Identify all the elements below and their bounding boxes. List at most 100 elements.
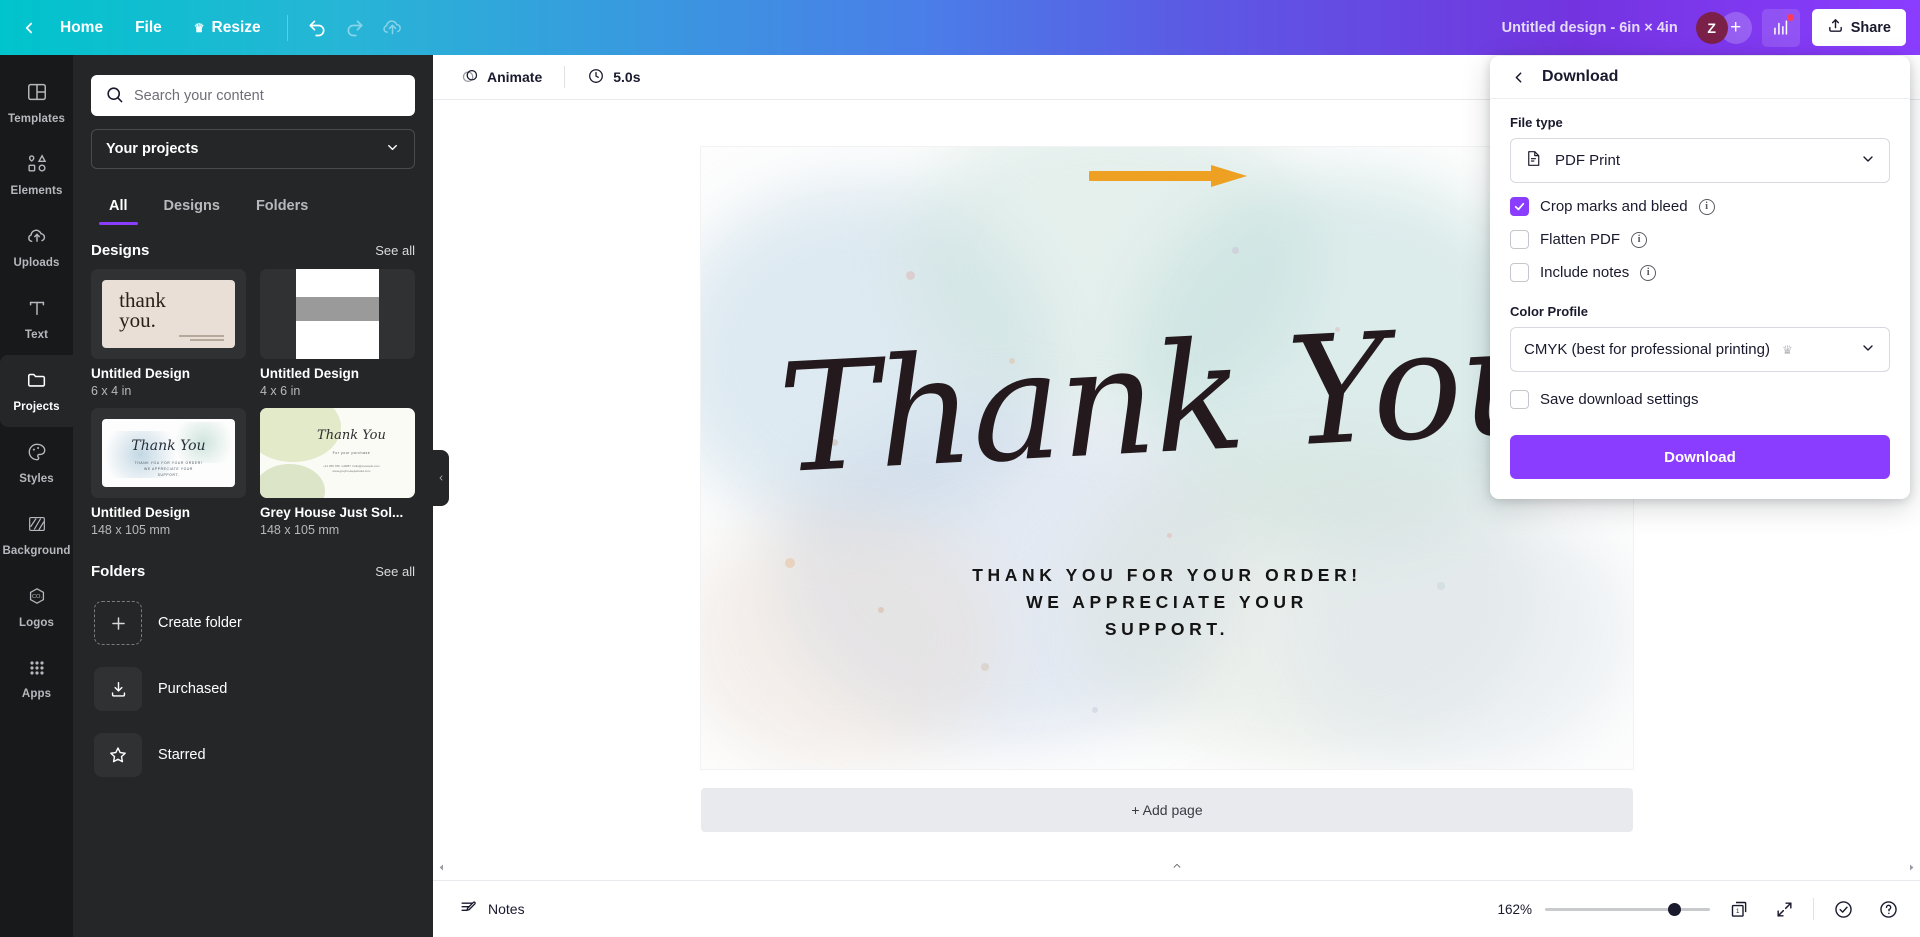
file-menu-button[interactable]: File <box>119 12 178 44</box>
flatten-pdf-checkbox[interactable] <box>1510 230 1529 249</box>
svg-text:1: 1 <box>1736 908 1740 915</box>
pdf-document-icon <box>1524 149 1543 172</box>
search-input[interactable] <box>91 75 415 116</box>
design-thumbnail: thankyou. <box>91 269 246 359</box>
sidebar-item-logos[interactable]: CO. Logos <box>0 571 73 643</box>
folder-label: Purchased <box>158 681 227 697</box>
design-thumbnail: Thank You For your purchase +11 456 789 … <box>260 408 415 498</box>
flatten-pdf-checkbox-row[interactable]: Flatten PDF i <box>1510 230 1890 249</box>
home-menu-button[interactable]: Home <box>44 12 119 44</box>
sidebar-item-templates[interactable]: Templates <box>0 67 73 139</box>
info-icon[interactable]: i <box>1699 199 1715 215</box>
share-upload-icon <box>1827 17 1844 38</box>
expand-arrows-icon[interactable] <box>1768 893 1800 925</box>
download-panel-body: File type PDF Print Crop marks and bleed… <box>1490 99 1910 409</box>
design-card[interactable]: thankyou. Untitled Design 6 x 4 in <box>91 269 246 398</box>
tab-all[interactable]: All <box>91 191 146 225</box>
download-button[interactable]: Download <box>1510 435 1890 479</box>
search-icon <box>105 85 124 109</box>
help-circle-icon[interactable] <box>1872 893 1904 925</box>
file-type-select[interactable]: PDF Print <box>1510 138 1890 183</box>
zoom-slider[interactable] <box>1545 901 1710 917</box>
notes-label: Notes <box>488 901 525 917</box>
check-circle-icon[interactable] <box>1827 893 1859 925</box>
undo-icon[interactable] <box>298 9 336 47</box>
zoom-level-value[interactable]: 162% <box>1490 902 1532 917</box>
save-settings-checkbox[interactable] <box>1510 390 1529 409</box>
subtitle-line: SUPPORT. <box>701 616 1633 643</box>
zoom-slider-knob[interactable] <box>1668 903 1681 916</box>
crown-icon: ♛ <box>1782 343 1793 357</box>
designs-grid: thankyou. Untitled Design 6 x 4 in Untit… <box>91 269 415 537</box>
file-label: File <box>135 19 162 37</box>
save-settings-label: Save download settings <box>1540 391 1698 408</box>
chevron-down-icon <box>1860 151 1876 171</box>
sidebar-item-apps[interactable]: Apps <box>0 643 73 715</box>
chevron-left-icon[interactable] <box>14 13 44 43</box>
chevron-down-icon <box>385 140 400 159</box>
design-dimensions: 148 x 105 mm <box>91 523 246 537</box>
folders-see-all-link[interactable]: See all <box>375 564 415 579</box>
chevron-left-icon[interactable] <box>1506 65 1530 89</box>
sidebar-label: Text <box>25 329 48 341</box>
info-icon[interactable]: i <box>1631 232 1647 248</box>
design-card[interactable]: Untitled Design 4 x 6 in <box>260 269 415 398</box>
filter-label: Your projects <box>106 141 198 157</box>
design-card[interactable]: Thank You THANK YOU FOR YOUR ORDER!WE AP… <box>91 408 246 537</box>
sidebar-label: Projects <box>13 401 59 413</box>
cloud-sync-icon[interactable] <box>374 9 412 47</box>
scroll-right-arrow[interactable] <box>1907 862 1916 876</box>
file-type-value: PDF Print <box>1555 152 1620 169</box>
add-page-button[interactable]: + Add page <box>701 788 1633 832</box>
chevron-down-icon <box>1860 340 1876 360</box>
duration-button[interactable]: 5.0s <box>575 60 652 95</box>
sidebar-item-background[interactable]: Background <box>0 499 73 571</box>
design-card[interactable]: Thank You For your purchase +11 456 789 … <box>260 408 415 537</box>
crop-marks-checkbox-row[interactable]: Crop marks and bleed i <box>1510 197 1890 216</box>
scroll-left-arrow[interactable] <box>437 862 446 876</box>
sidebar-item-uploads[interactable]: Uploads <box>0 211 73 283</box>
redo-icon[interactable] <box>336 9 374 47</box>
create-folder-row[interactable]: Create folder <box>91 598 415 648</box>
panel-collapse-handle[interactable] <box>433 450 449 506</box>
sidebar-item-styles[interactable]: Styles <box>0 427 73 499</box>
starred-folder-row[interactable]: Starred <box>91 730 415 780</box>
include-notes-checkbox[interactable] <box>1510 263 1529 282</box>
info-icon[interactable]: i <box>1640 265 1656 281</box>
elements-icon <box>26 153 48 180</box>
include-notes-checkbox-row[interactable]: Include notes i <box>1510 263 1890 282</box>
sidebar-item-projects[interactable]: Projects <box>0 355 73 427</box>
folder-icon <box>26 369 48 396</box>
tab-folders[interactable]: Folders <box>238 191 326 225</box>
bar-chart-icon[interactable] <box>1762 9 1800 47</box>
sidebar-item-text[interactable]: Text <box>0 283 73 355</box>
resize-label: Resize <box>212 19 261 37</box>
notes-button[interactable]: Notes <box>449 891 535 927</box>
animate-circles-icon <box>461 67 479 88</box>
sidebar-label: Apps <box>22 688 51 700</box>
your-projects-filter[interactable]: Your projects <box>91 129 415 169</box>
expand-timeline-icon[interactable] <box>1169 858 1185 876</box>
designs-see-all-link[interactable]: See all <box>375 243 415 258</box>
sidebar-label: Logos <box>19 617 54 629</box>
color-profile-select[interactable]: CMYK (best for professional printing) ♛ <box>1510 327 1890 372</box>
plus-icon <box>94 601 142 645</box>
sidebar-item-elements[interactable]: Elements <box>0 139 73 211</box>
crop-marks-checkbox[interactable] <box>1510 197 1529 216</box>
purchased-folder-row[interactable]: Purchased <box>91 664 415 714</box>
section-title: Designs <box>91 242 149 259</box>
page-count-icon[interactable]: 1 <box>1723 893 1755 925</box>
color-profile-label: Color Profile <box>1510 304 1890 319</box>
animate-button[interactable]: Animate <box>449 60 554 95</box>
search-container <box>91 75 415 116</box>
duration-label: 5.0s <box>613 69 640 85</box>
avatar[interactable]: Z <box>1696 12 1728 44</box>
share-button[interactable]: Share <box>1812 9 1906 46</box>
resize-button[interactable]: ♛ Resize <box>178 12 277 44</box>
notes-pencil-icon <box>459 898 478 920</box>
templates-icon <box>26 81 48 108</box>
flatten-pdf-label: Flatten PDF <box>1540 231 1620 248</box>
clock-icon <box>587 67 605 88</box>
save-settings-checkbox-row[interactable]: Save download settings <box>1510 390 1890 409</box>
tab-designs[interactable]: Designs <box>146 191 238 225</box>
